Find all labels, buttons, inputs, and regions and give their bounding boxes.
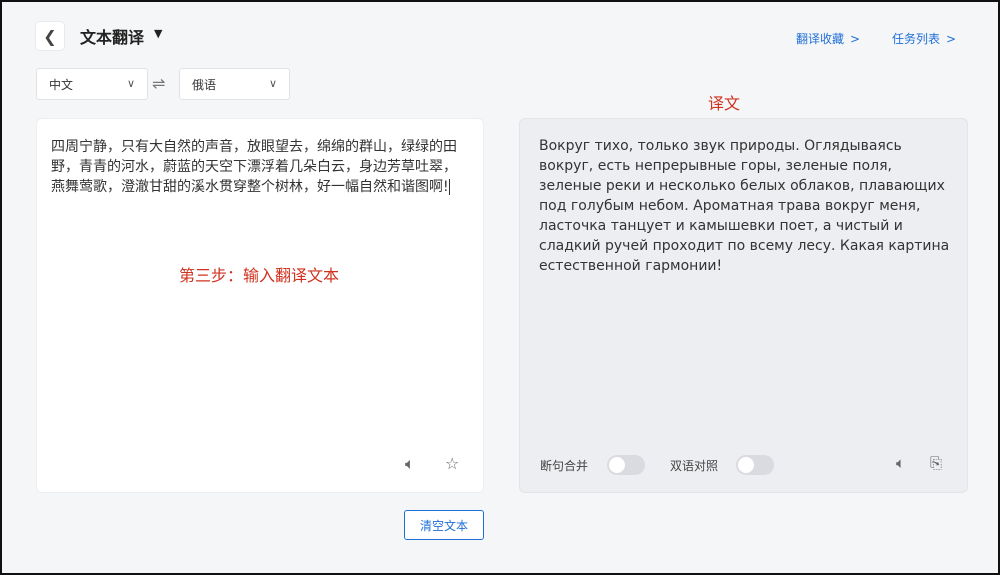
source-text-value: 四周宁静，只有大自然的声音，放眼望去，绵绵的群山，绿绿的田野，青青的河水，蔚蓝的… bbox=[51, 139, 457, 195]
chevron-down-icon: ∨ bbox=[126, 77, 135, 90]
speaker-icon[interactable]: 🔈︎ bbox=[405, 454, 415, 474]
text-cursor bbox=[448, 179, 450, 195]
task-list-link[interactable]: 任务列表 > bbox=[892, 30, 956, 47]
favorites-link-label: 翻译收藏 bbox=[796, 32, 845, 46]
source-text-content[interactable]: 四周宁静，只有大自然的声音，放眼望去，绵绵的群山，绿绿的田野，青青的河水，蔚蓝的… bbox=[51, 137, 461, 197]
toggle-knob bbox=[609, 457, 625, 473]
bilingual-compare-toggle[interactable] bbox=[736, 455, 774, 475]
chevron-down-icon: ∨ bbox=[268, 77, 277, 90]
app-window: ❮ 文本翻译 ▼ 翻译收藏 > 任务列表 > 中文 ∨ ⇌ 俄语 ∨ 译文 四周宁静… bbox=[0, 0, 1000, 575]
back-button[interactable]: ❮ bbox=[36, 22, 64, 50]
translation-label: 译文 bbox=[708, 94, 741, 113]
translation-favorites-link[interactable]: 翻译收藏 > bbox=[796, 30, 860, 47]
translation-output-area: Вокруг тихо, только звук природы. Огляды… bbox=[519, 118, 968, 493]
swap-arrows-icon[interactable]: ⇌ bbox=[152, 74, 165, 93]
star-icon[interactable]: ☆ bbox=[445, 454, 459, 473]
chevron-left-icon: ❮ bbox=[43, 26, 57, 46]
target-language-value: 俄语 bbox=[192, 77, 217, 92]
target-language-select[interactable]: 俄语 ∨ bbox=[179, 68, 290, 100]
step-hint-annotation: 第三步：输入翻译文本 bbox=[179, 266, 340, 285]
sentence-merge-label: 断句合并 bbox=[540, 459, 589, 473]
page-title: 文本翻译 bbox=[80, 28, 145, 47]
task-list-link-label: 任务列表 bbox=[892, 32, 941, 46]
title-dropdown-icon[interactable]: ▼ bbox=[154, 27, 162, 40]
chevron-right-icon: > bbox=[850, 32, 861, 46]
bilingual-compare-label: 双语对照 bbox=[670, 459, 719, 473]
sentence-merge-toggle[interactable] bbox=[607, 455, 645, 475]
source-language-value: 中文 bbox=[49, 77, 74, 92]
copy-icon[interactable]: ⎘ bbox=[930, 454, 942, 472]
translation-text: Вокруг тихо, только звук природы. Огляды… bbox=[539, 138, 950, 274]
source-text-area[interactable]: 四周宁静，只有大自然的声音，放眼望去，绵绵的群山，绿绿的田野，青青的河水，蔚蓝的… bbox=[36, 118, 484, 493]
toggle-knob bbox=[738, 457, 754, 473]
source-language-select[interactable]: 中文 ∨ bbox=[36, 68, 148, 100]
chevron-right-icon: > bbox=[946, 32, 957, 46]
speaker-icon[interactable]: 🔈︎ bbox=[896, 454, 905, 472]
clear-text-button[interactable]: 清空文本 bbox=[404, 510, 484, 540]
